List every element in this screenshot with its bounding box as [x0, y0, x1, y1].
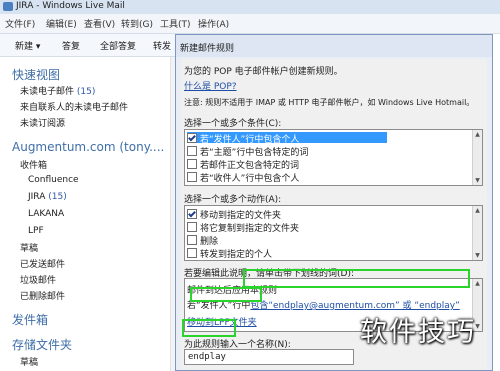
condition-checkbox[interactable]: [187, 172, 197, 182]
account-heading[interactable]: Augmentum.com (tony....: [12, 140, 164, 154]
dialog-intro: 为您的 POP 电子邮件帐户创建新规则。: [184, 67, 343, 77]
condition-label: 若“发件人”行中包含个人: [200, 135, 300, 145]
sidebar-item-confluence[interactable]: Confluence: [28, 175, 79, 185]
actions-list: 移动到指定的文件夹 将它复制到指定的文件夹 删除 转发到指定的个人 ▲ ▼: [184, 205, 483, 261]
highlight-contains-condition: [243, 269, 470, 288]
window-title-bar: JIRA - Windows Live Mail: [0, 0, 500, 14]
forward-button[interactable]: 转发: [153, 39, 171, 52]
sidebar-item-unread-contacts[interactable]: 来自联系人的未读电子邮件: [20, 100, 128, 113]
storage-folders-heading[interactable]: 存储文件夹: [12, 336, 72, 353]
reply-button[interactable]: 答复: [62, 39, 80, 52]
scroll-down-icon[interactable]: ▼: [474, 252, 481, 259]
sidebar-item-jira[interactable]: JIRA (15): [28, 192, 67, 202]
scroll-down-icon[interactable]: ▼: [474, 177, 481, 184]
unread-count: (15): [76, 87, 96, 97]
sidebar-item-deleted[interactable]: 已删除邮件: [20, 289, 65, 302]
sidebar-item-unread-mail[interactable]: 未读电子邮件 (15): [20, 84, 95, 97]
sidebar-item-inbox[interactable]: 收件箱: [20, 158, 47, 171]
window-title: JIRA - Windows Live Mail: [16, 1, 125, 11]
conditions-list: 若“发件人”行中包含个人 若“主题”行中包含特定的词 若邮件正文包含特定的词 若…: [184, 129, 483, 186]
scroll-up-icon[interactable]: ▲: [474, 207, 481, 214]
condition-checkbox[interactable]: [187, 133, 197, 143]
quick-views-heading[interactable]: 快速视图: [12, 66, 60, 83]
action-checkbox[interactable]: [187, 209, 197, 219]
action-label: 将它复制到指定的文件夹: [200, 224, 300, 234]
menu-bar: 文件(F) 编辑(E) 查看(V) 转到(G) 工具(T) 操作(A): [0, 14, 500, 34]
action-label: 删除: [200, 237, 219, 247]
new-button[interactable]: 新建 ▾: [15, 39, 40, 52]
jira-unread-count: (15): [48, 192, 67, 202]
conditions-label: 选择一个或多个条件(C):: [184, 119, 282, 129]
condition-checkbox[interactable]: [187, 146, 197, 156]
action-checkbox[interactable]: [187, 235, 197, 245]
highlight-rule-name: [182, 319, 236, 337]
action-checkbox[interactable]: [187, 248, 197, 258]
sidebar-item-storage-drafts[interactable]: 草稿: [20, 355, 38, 368]
sidebar-item-unread-feeds[interactable]: 未读订阅源: [20, 116, 65, 129]
action-label: 移动到指定的文件夹: [200, 211, 282, 221]
rule-name-input[interactable]: endplay: [184, 349, 354, 365]
sidebar-item-label: 未读电子邮件: [20, 87, 75, 97]
sidebar-item-drafts[interactable]: 草稿: [20, 241, 38, 254]
desc-from-text: 若“发件人”: [187, 301, 233, 311]
reply-all-button[interactable]: 全部答复: [100, 39, 136, 52]
menu-tools[interactable]: 工具(T): [160, 17, 191, 30]
actions-scrollbar[interactable]: ▲ ▼: [472, 206, 482, 260]
conditions-scrollbar[interactable]: ▲ ▼: [472, 130, 482, 185]
desc-mid-text: 行中: [232, 301, 251, 311]
sidebar-item-lpf[interactable]: LPF: [28, 226, 44, 236]
menu-edit[interactable]: 编辑(E): [46, 17, 77, 30]
folder-sidebar: 快速视图 未读电子邮件 (15) 来自联系人的未读电子邮件 未读订阅源 Augm…: [0, 57, 170, 371]
action-move[interactable]: 移动到指定的文件夹: [187, 208, 282, 221]
action-checkbox[interactable]: [187, 222, 197, 232]
scroll-up-icon[interactable]: ▲: [474, 280, 481, 287]
scroll-up-icon[interactable]: ▲: [474, 131, 481, 138]
sidebar-item-sent[interactable]: 已发送邮件: [20, 257, 65, 270]
menu-view[interactable]: 查看(V): [84, 17, 115, 30]
condition-subject[interactable]: 若“主题”行中包含特定的词: [187, 145, 309, 158]
condition-to[interactable]: 若“收件人”行中包含个人: [187, 171, 300, 184]
highlight-move-folder: [190, 287, 262, 302]
condition-label: 若“主题”行中包含特定的词: [200, 148, 309, 158]
menu-actions[interactable]: 操作(A): [198, 17, 229, 30]
outbox-heading[interactable]: 发件箱: [12, 311, 48, 328]
menu-file[interactable]: 文件(F): [5, 17, 35, 30]
dialog-title-bar: 新建邮件规则: [176, 35, 492, 57]
menu-go[interactable]: 转到(G): [121, 17, 153, 30]
condition-body[interactable]: 若邮件正文包含特定的词: [187, 158, 300, 171]
action-delete[interactable]: 删除: [187, 234, 219, 247]
rule-name-value: endplay: [188, 352, 226, 362]
sidebar-item-junk[interactable]: 垃圾邮件: [20, 273, 56, 286]
dialog-note: 注意: 规则不适用于 IMAP 或 HTTP 电子邮件帐户，如 Windows …: [184, 98, 475, 107]
action-label: 转发到指定的个人: [200, 250, 273, 260]
condition-label: 若邮件正文包含特定的词: [200, 161, 300, 171]
toolbar: 新建 ▾ 答复 全部答复 转发: [0, 34, 175, 57]
condition-checkbox[interactable]: [187, 159, 197, 169]
actions-label: 选择一个或多个动作(A):: [184, 195, 282, 205]
condition-label: 若“收件人”行中包含个人: [200, 174, 300, 184]
watermark-text: 软件技巧: [360, 317, 476, 348]
condition-from[interactable]: 若“发件人”行中包含个人: [187, 132, 387, 145]
sidebar-item-label: JIRA: [28, 192, 46, 202]
action-copy[interactable]: 将它复制到指定的文件夹: [187, 221, 300, 234]
action-forward[interactable]: 转发到指定的个人: [187, 247, 273, 260]
mail-app-icon: [3, 2, 13, 11]
dialog-title: 新建邮件规则: [180, 44, 235, 54]
sidebar-item-lakana[interactable]: LAKANA: [28, 209, 64, 219]
what-is-pop-link[interactable]: 什么是 POP?: [184, 79, 237, 92]
